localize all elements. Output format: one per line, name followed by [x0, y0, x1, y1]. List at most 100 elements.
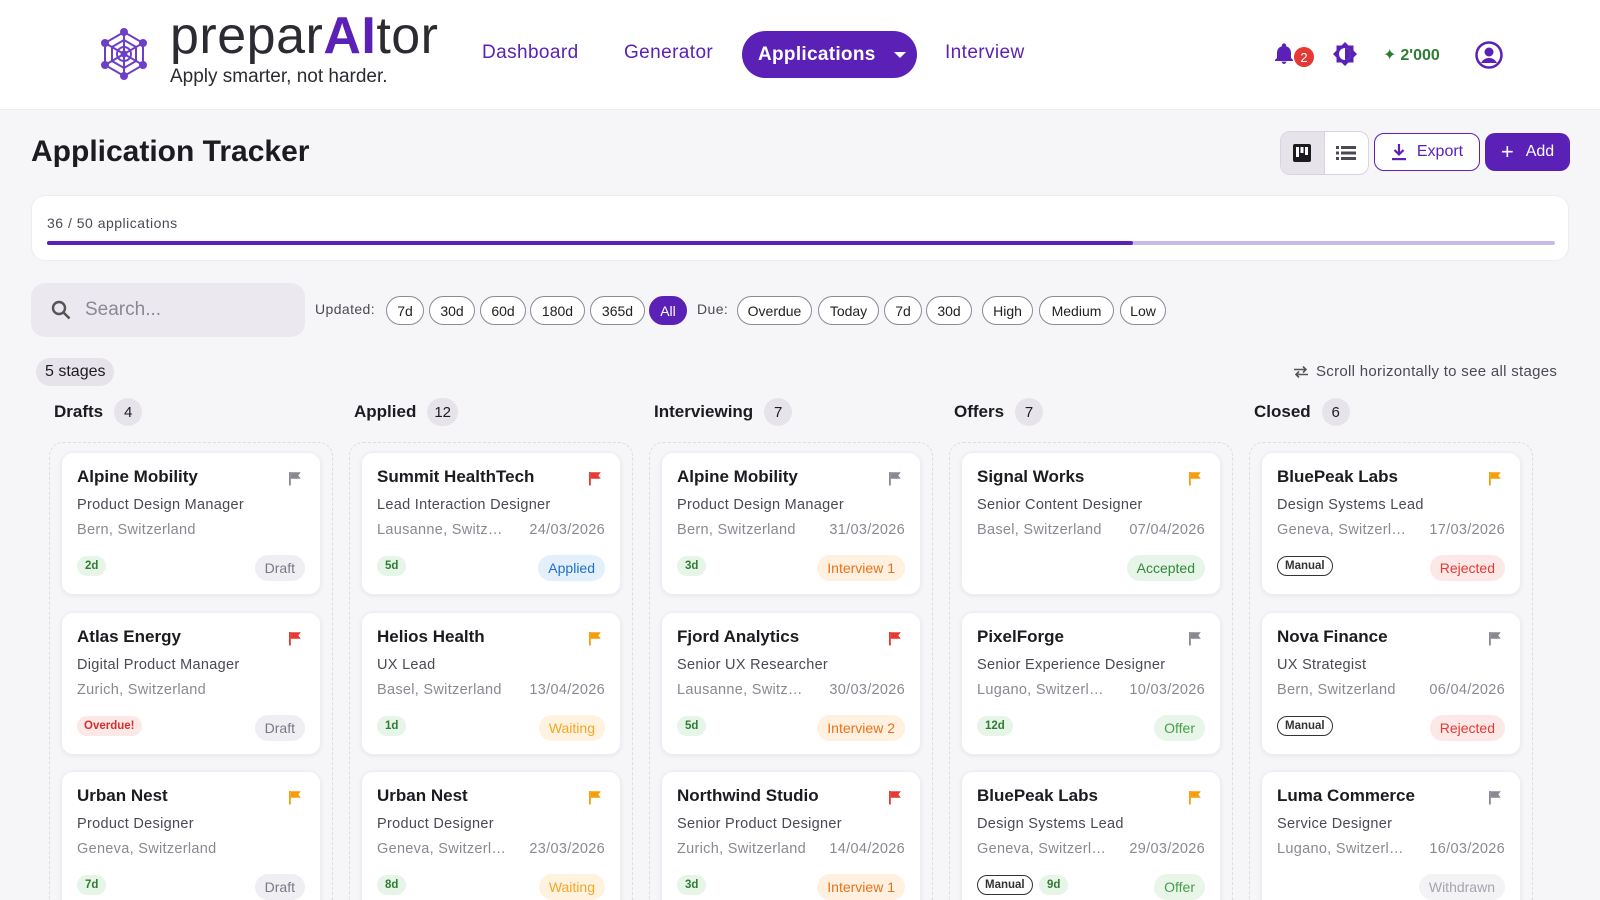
application-card[interactable]: Alpine Mobility Product Design Manager Ber…: [661, 452, 921, 595]
search-box[interactable]: [31, 283, 305, 337]
due-filter-7d[interactable]: 7d: [884, 296, 922, 325]
nav-dashboard[interactable]: Dashboard: [482, 42, 579, 64]
application-card[interactable]: Alpine Mobility Product Design Manager Ber…: [61, 452, 321, 595]
credits-balance[interactable]: ✦ 2'000: [1383, 45, 1440, 65]
card-role: Design Systems Lead: [1277, 497, 1424, 513]
nav-generator[interactable]: Generator: [624, 42, 713, 64]
card-company: Fjord Analytics: [677, 627, 800, 646]
application-card[interactable]: BluePeak Labs Design Systems Lead Geneva, …: [1261, 452, 1521, 595]
nav-applications[interactable]: Applications: [742, 31, 917, 78]
due-filter-30d[interactable]: 30d: [926, 296, 972, 325]
due-filter-overdue[interactable]: Overdue: [737, 296, 812, 325]
card-status-badge: Draft: [254, 555, 305, 581]
theme-icon[interactable]: [1332, 41, 1358, 67]
priority-flag-icon[interactable]: [1488, 790, 1502, 805]
card-status-badge: Interview 1: [817, 555, 905, 581]
updated-filter-all[interactable]: All: [649, 296, 687, 325]
application-card[interactable]: Northwind Studio Senior Product Designer Z…: [661, 771, 921, 900]
card-role: Product Design Manager: [77, 497, 244, 513]
application-card[interactable]: Helios Health UX Lead Basel, Switzerland 13…: [361, 612, 621, 755]
due-filter-label: Due:: [697, 301, 729, 317]
application-card[interactable]: Summit HealthTech Lead Interaction Design…: [361, 452, 621, 595]
card-company: PixelForge: [977, 627, 1064, 646]
card-date: 13/04/2026: [529, 682, 605, 698]
card-location: Geneva, Switzerla...: [1277, 522, 1407, 538]
card-company: BluePeak Labs: [977, 786, 1098, 805]
priority-flag-icon[interactable]: [588, 631, 602, 646]
list-icon: [1336, 146, 1357, 160]
card-role: UX Strategist: [1277, 657, 1367, 673]
card-role: Senior UX Researcher: [677, 657, 829, 673]
priority-flag-icon[interactable]: [288, 790, 302, 805]
priority-flag-icon[interactable]: [1188, 790, 1202, 805]
card-location: Bern, Switzerland: [677, 522, 796, 538]
column-header-4: Closed 6: [1254, 398, 1350, 426]
add-button[interactable]: + Add: [1485, 133, 1570, 171]
search-input[interactable]: [85, 299, 285, 321]
application-card[interactable]: Luma Commerce Service Designer Lugano, Swi…: [1261, 771, 1521, 900]
priority-flag-icon[interactable]: [888, 631, 902, 646]
application-card[interactable]: Signal Works Senior Content Designer Basel…: [961, 452, 1221, 595]
card-date: 06/04/2026: [1429, 682, 1505, 698]
updated-filter-60d[interactable]: 60d: [480, 296, 526, 325]
priority-filter-high[interactable]: High: [982, 296, 1033, 325]
priority-flag-icon[interactable]: [588, 790, 602, 805]
application-card[interactable]: PixelForge Senior Experience Designer Luga…: [961, 612, 1221, 755]
updated-filter-365d[interactable]: 365d: [590, 296, 645, 325]
card-location: Lugano, Switzerla...: [1277, 841, 1407, 857]
card-role: Product Designer: [377, 816, 494, 832]
kanban-icon: [1293, 144, 1312, 162]
export-button[interactable]: Export: [1374, 133, 1480, 171]
updated-filter-7d[interactable]: 7d: [386, 296, 424, 325]
priority-filter-medium[interactable]: Medium: [1039, 296, 1114, 325]
application-card[interactable]: Urban Nest Product Designer Geneva, Switze…: [361, 771, 621, 900]
nav-interview[interactable]: Interview: [945, 42, 1025, 64]
application-card[interactable]: BluePeak Labs Design Systems Lead Geneva, …: [961, 771, 1221, 900]
priority-filter-low[interactable]: Low: [1120, 296, 1166, 325]
updated-filter-label: Updated:: [315, 301, 376, 317]
network-logo-icon[interactable]: [96, 26, 152, 82]
card-role: UX Lead: [377, 657, 436, 673]
updated-filter-30d[interactable]: 30d: [429, 296, 475, 325]
card-company: Urban Nest: [77, 786, 168, 805]
card-date: 29/03/2026: [1129, 841, 1205, 857]
due-filter-today[interactable]: Today: [818, 296, 879, 325]
card-location: Lugano, Switzerla...: [977, 682, 1107, 698]
column-header-3: Offers 7: [954, 398, 1044, 426]
account-icon[interactable]: [1475, 41, 1503, 69]
priority-flag-icon[interactable]: [888, 790, 902, 805]
priority-flag-icon[interactable]: [588, 471, 602, 486]
column-title: Offers: [954, 402, 1005, 421]
column-count: 6: [1321, 398, 1350, 426]
brand-wordmark[interactable]: preparAItor: [170, 6, 439, 66]
card-location: Zurich, Switzerland: [677, 841, 806, 857]
manual-badge: Manual: [1277, 556, 1333, 576]
kanban-view-button[interactable]: [1281, 132, 1325, 174]
bell-icon[interactable]: [1272, 42, 1296, 66]
list-view-button[interactable]: [1325, 132, 1369, 174]
card-age-badge: 2d: [77, 556, 107, 576]
card-status-badge: Draft: [254, 715, 305, 741]
card-age-badge: 3d: [677, 556, 707, 576]
application-card[interactable]: Urban Nest Product Designer Geneva, Switze…: [61, 771, 321, 900]
column-header-0: Drafts 4: [54, 398, 143, 426]
application-card[interactable]: Nova Finance UX Strategist Bern, Switzerla…: [1261, 612, 1521, 755]
priority-flag-icon[interactable]: [288, 471, 302, 486]
updated-filter-180d[interactable]: 180d: [530, 296, 585, 325]
card-location: Geneva, Switzerland: [77, 841, 217, 857]
priority-flag-icon[interactable]: [1488, 631, 1502, 646]
priority-flag-icon[interactable]: [1488, 471, 1502, 486]
card-location: Lausanne, Switzer...: [377, 522, 507, 538]
card-location: Bern, Switzerland: [1277, 682, 1396, 698]
application-card[interactable]: Fjord Analytics Senior UX Researcher Lausa…: [661, 612, 921, 755]
application-card[interactable]: Atlas Energy Digital Product Manager Zuric…: [61, 612, 321, 755]
priority-flag-icon[interactable]: [1188, 471, 1202, 486]
column-count: 12: [427, 398, 459, 426]
card-location: Basel, Switzerland: [377, 682, 502, 698]
download-icon: [1391, 144, 1406, 161]
priority-flag-icon[interactable]: [1188, 631, 1202, 646]
priority-flag-icon[interactable]: [888, 471, 902, 486]
priority-flag-icon[interactable]: [288, 631, 302, 646]
column-count: 4: [114, 398, 143, 426]
card-status-badge: Offer: [1154, 715, 1205, 741]
